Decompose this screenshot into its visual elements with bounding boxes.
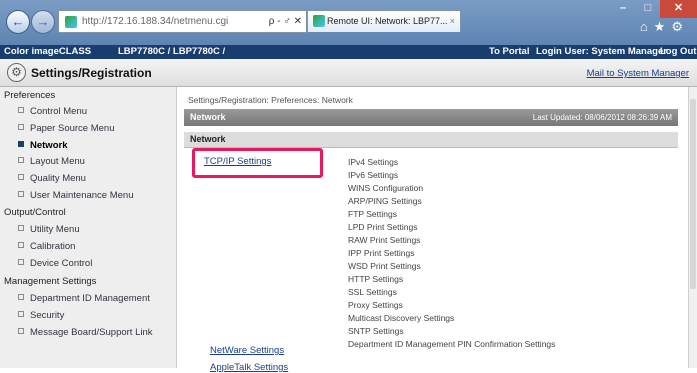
forward-arrow-icon: → xyxy=(36,14,50,29)
tab-title: Remote UI: Network: LBP77... xyxy=(327,16,448,26)
section-title: Network xyxy=(190,112,226,122)
sidebar-item-label: User Maintenance Menu xyxy=(30,190,134,201)
tcpip-item-lpd: LPD Print Settings xyxy=(348,222,418,232)
tab-close-icon[interactable]: × xyxy=(450,11,455,32)
tcpip-item-multicast: Multicast Discovery Settings xyxy=(348,313,455,323)
breadcrumb: Settings/Registration: Preferences: Netw… xyxy=(188,95,353,105)
sidebar-item-label: Network xyxy=(30,140,68,151)
tcpip-item-wins: WINS Configuration xyxy=(348,183,424,193)
last-updated: Last Updated: 08/06/2012 08:26:39 AM xyxy=(532,113,672,122)
logout-link[interactable]: Log Out xyxy=(660,45,696,59)
main-content: Settings/Registration: Preferences: Netw… xyxy=(178,87,688,373)
sidebar-item-calibration[interactable]: Calibration xyxy=(18,241,75,252)
sidebar-heading-preferences: Preferences xyxy=(4,90,56,101)
tcpip-item-sntp: SNTP Settings xyxy=(348,326,404,336)
sidebar: Preferences Control Menu Paper Source Me… xyxy=(0,87,177,368)
address-url: http://172.16.188.34/netmenu.cgi xyxy=(82,16,229,27)
vertical-scrollbar[interactable] xyxy=(688,87,697,368)
tcpip-item-ipv6: IPv6 Settings xyxy=(348,170,399,180)
tcpip-item-arp-ping: ARP/PING Settings xyxy=(348,196,422,206)
mail-to-system-manager-link[interactable]: Mail to System Manager xyxy=(587,68,689,79)
page-header: ⚙ Settings/Registration Mail to System M… xyxy=(0,59,697,87)
tcpip-item-proxy: Proxy Settings xyxy=(348,300,403,310)
sidebar-item-label: Control Menu xyxy=(30,106,88,117)
bullet-icon xyxy=(18,225,24,231)
bullet-icon xyxy=(18,294,24,300)
back-button[interactable]: ← xyxy=(6,10,30,34)
bullet-icon xyxy=(18,259,24,265)
bullet-icon xyxy=(18,174,24,180)
tcpip-settings-link[interactable]: TCP/IP Settings xyxy=(204,156,271,167)
sidebar-item-department-id-management[interactable]: Department ID Management xyxy=(18,293,150,304)
sidebar-item-layout-menu[interactable]: Layout Menu xyxy=(18,156,85,167)
tcpip-item-ipv4: IPv4 Settings xyxy=(348,157,399,167)
tcpip-item-raw: RAW Print Settings xyxy=(348,235,421,245)
tcpip-item-http: HTTP Settings xyxy=(348,274,404,284)
subsection-bar: Network xyxy=(184,132,678,148)
bullet-active-icon xyxy=(18,141,24,147)
tcpip-item-ipp: IPP Print Settings xyxy=(348,248,415,258)
sidebar-item-paper-source-menu[interactable]: Paper Source Menu xyxy=(18,123,115,134)
back-arrow-icon: ← xyxy=(11,14,25,29)
sidebar-item-label: Quality Menu xyxy=(30,173,86,184)
sidebar-item-quality-menu[interactable]: Quality Menu xyxy=(18,173,86,184)
sidebar-item-label: Layout Menu xyxy=(30,156,85,167)
product-name: Color imageCLASS xyxy=(4,46,92,57)
sidebar-item-utility-menu[interactable]: Utility Menu xyxy=(18,224,80,235)
app-top-bar: Color imageCLASS LBP7780C / LBP7780C / T… xyxy=(0,45,697,59)
sidebar-heading-output-control: Output/Control xyxy=(4,207,66,218)
tab-favicon-icon xyxy=(313,15,325,27)
sidebar-item-security[interactable]: Security xyxy=(18,310,64,321)
address-controls[interactable]: ρ - ♂ ✕ xyxy=(269,11,302,32)
scrollbar-thumb[interactable] xyxy=(690,99,696,289)
page-title: Settings/Registration xyxy=(31,66,152,80)
sidebar-item-label: Message Board/Support Link xyxy=(30,327,153,338)
forward-button[interactable]: → xyxy=(31,10,55,34)
sidebar-item-network[interactable]: Network xyxy=(18,140,67,151)
tcpip-item-ssl: SSL Settings xyxy=(348,287,397,297)
maximize-button[interactable]: □ xyxy=(636,0,660,18)
sidebar-item-label: Security xyxy=(30,310,65,321)
sidebar-item-device-control[interactable]: Device Control xyxy=(18,258,92,269)
section-header-bar: Network Last Updated: 08/06/2012 08:26:3… xyxy=(184,109,678,126)
sidebar-item-label: Department ID Management xyxy=(30,293,150,304)
site-favicon-icon xyxy=(65,16,77,28)
settings-gear-icon: ⚙ xyxy=(7,63,26,82)
toolbar-icons[interactable]: ⌂★⚙ xyxy=(640,19,689,35)
sidebar-item-user-maintenance-menu[interactable]: User Maintenance Menu xyxy=(18,190,134,201)
bullet-icon xyxy=(18,328,24,334)
login-user: Login User: System Manager xyxy=(536,46,667,57)
to-portal-link[interactable]: To Portal xyxy=(489,45,529,59)
bullet-icon xyxy=(18,311,24,317)
bullet-icon xyxy=(18,242,24,248)
browser-tab[interactable]: Remote UI: Network: LBP77... × xyxy=(307,10,461,32)
tcpip-item-ftp: FTP Settings xyxy=(348,209,397,219)
bullet-icon xyxy=(18,124,24,130)
printer-model: LBP7780C / LBP7780C / xyxy=(118,46,226,57)
address-bar[interactable]: http://172.16.188.34/netmenu.cgi ρ - ♂ ✕ xyxy=(58,10,307,33)
sidebar-item-message-board[interactable]: Message Board/Support Link xyxy=(18,327,153,338)
sidebar-item-label: Utility Menu xyxy=(30,224,80,235)
bullet-icon xyxy=(18,191,24,197)
sidebar-heading-management-settings: Management Settings xyxy=(4,276,97,287)
sidebar-item-label: Paper Source Menu xyxy=(30,123,115,134)
tcpip-item-wsd: WSD Print Settings xyxy=(348,261,421,271)
sidebar-item-control-menu[interactable]: Control Menu xyxy=(18,106,87,117)
close-button[interactable]: ✕ xyxy=(660,0,697,18)
minimize-button[interactable]: – xyxy=(610,0,636,18)
browser-titlebar: ← → http://172.16.188.34/netmenu.cgi ρ -… xyxy=(0,0,697,45)
subsection-title: Network xyxy=(190,134,226,144)
sidebar-item-label: Device Control xyxy=(30,258,93,269)
sidebar-item-label: Calibration xyxy=(30,241,76,252)
bullet-icon xyxy=(18,157,24,163)
netware-settings-link[interactable]: NetWare Settings xyxy=(210,345,284,356)
bullet-icon xyxy=(18,107,24,113)
tcpip-item-dept-pin: Department ID Management PIN Confirmatio… xyxy=(348,339,556,349)
